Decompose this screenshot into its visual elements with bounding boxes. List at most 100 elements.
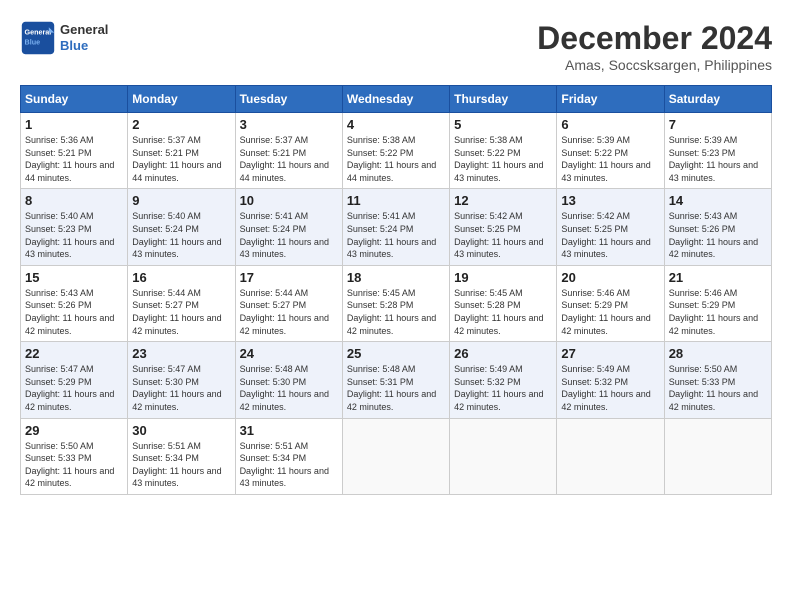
logo-text-blue: Blue bbox=[60, 38, 108, 54]
header-thursday: Thursday bbox=[450, 86, 557, 113]
calendar-cell: 1 Sunrise: 5:36 AM Sunset: 5:21 PM Dayli… bbox=[21, 113, 128, 189]
day-info: Sunrise: 5:42 AM Sunset: 5:25 PM Dayligh… bbox=[561, 210, 659, 260]
day-info: Sunrise: 5:48 AM Sunset: 5:30 PM Dayligh… bbox=[240, 363, 338, 413]
day-info: Sunrise: 5:48 AM Sunset: 5:31 PM Dayligh… bbox=[347, 363, 445, 413]
calendar-cell: 26 Sunrise: 5:49 AM Sunset: 5:32 PM Dayl… bbox=[450, 342, 557, 418]
day-number: 29 bbox=[25, 423, 123, 438]
day-info: Sunrise: 5:46 AM Sunset: 5:29 PM Dayligh… bbox=[561, 287, 659, 337]
calendar-row-3: 15 Sunrise: 5:43 AM Sunset: 5:26 PM Dayl… bbox=[21, 265, 772, 341]
day-number: 7 bbox=[669, 117, 767, 132]
day-number: 12 bbox=[454, 193, 552, 208]
calendar-row-4: 22 Sunrise: 5:47 AM Sunset: 5:29 PM Dayl… bbox=[21, 342, 772, 418]
day-info: Sunrise: 5:38 AM Sunset: 5:22 PM Dayligh… bbox=[347, 134, 445, 184]
day-number: 25 bbox=[347, 346, 445, 361]
day-number: 4 bbox=[347, 117, 445, 132]
day-number: 26 bbox=[454, 346, 552, 361]
day-number: 5 bbox=[454, 117, 552, 132]
day-number: 3 bbox=[240, 117, 338, 132]
header-monday: Monday bbox=[128, 86, 235, 113]
page-header: General Blue General Blue December 2024 … bbox=[20, 20, 772, 73]
day-number: 6 bbox=[561, 117, 659, 132]
day-info: Sunrise: 5:43 AM Sunset: 5:26 PM Dayligh… bbox=[25, 287, 123, 337]
calendar-cell: 2 Sunrise: 5:37 AM Sunset: 5:21 PM Dayli… bbox=[128, 113, 235, 189]
calendar-cell: 19 Sunrise: 5:45 AM Sunset: 5:28 PM Dayl… bbox=[450, 265, 557, 341]
header-tuesday: Tuesday bbox=[235, 86, 342, 113]
calendar-cell: 18 Sunrise: 5:45 AM Sunset: 5:28 PM Dayl… bbox=[342, 265, 449, 341]
day-info: Sunrise: 5:41 AM Sunset: 5:24 PM Dayligh… bbox=[347, 210, 445, 260]
day-number: 17 bbox=[240, 270, 338, 285]
day-info: Sunrise: 5:44 AM Sunset: 5:27 PM Dayligh… bbox=[132, 287, 230, 337]
day-number: 11 bbox=[347, 193, 445, 208]
day-number: 21 bbox=[669, 270, 767, 285]
calendar-cell: 21 Sunrise: 5:46 AM Sunset: 5:29 PM Dayl… bbox=[664, 265, 771, 341]
calendar-cell: 13 Sunrise: 5:42 AM Sunset: 5:25 PM Dayl… bbox=[557, 189, 664, 265]
day-info: Sunrise: 5:49 AM Sunset: 5:32 PM Dayligh… bbox=[454, 363, 552, 413]
calendar-cell: 4 Sunrise: 5:38 AM Sunset: 5:22 PM Dayli… bbox=[342, 113, 449, 189]
day-number: 10 bbox=[240, 193, 338, 208]
calendar-cell: 15 Sunrise: 5:43 AM Sunset: 5:26 PM Dayl… bbox=[21, 265, 128, 341]
calendar-cell: 9 Sunrise: 5:40 AM Sunset: 5:24 PM Dayli… bbox=[128, 189, 235, 265]
calendar-header-row: Sunday Monday Tuesday Wednesday Thursday… bbox=[21, 86, 772, 113]
day-number: 30 bbox=[132, 423, 230, 438]
calendar-cell: 31 Sunrise: 5:51 AM Sunset: 5:34 PM Dayl… bbox=[235, 418, 342, 494]
calendar-cell bbox=[450, 418, 557, 494]
day-info: Sunrise: 5:45 AM Sunset: 5:28 PM Dayligh… bbox=[454, 287, 552, 337]
calendar-cell: 6 Sunrise: 5:39 AM Sunset: 5:22 PM Dayli… bbox=[557, 113, 664, 189]
day-number: 14 bbox=[669, 193, 767, 208]
day-info: Sunrise: 5:42 AM Sunset: 5:25 PM Dayligh… bbox=[454, 210, 552, 260]
calendar-cell: 25 Sunrise: 5:48 AM Sunset: 5:31 PM Dayl… bbox=[342, 342, 449, 418]
day-number: 24 bbox=[240, 346, 338, 361]
day-info: Sunrise: 5:44 AM Sunset: 5:27 PM Dayligh… bbox=[240, 287, 338, 337]
calendar-cell: 17 Sunrise: 5:44 AM Sunset: 5:27 PM Dayl… bbox=[235, 265, 342, 341]
day-number: 16 bbox=[132, 270, 230, 285]
calendar-cell: 3 Sunrise: 5:37 AM Sunset: 5:21 PM Dayli… bbox=[235, 113, 342, 189]
day-number: 28 bbox=[669, 346, 767, 361]
day-info: Sunrise: 5:47 AM Sunset: 5:30 PM Dayligh… bbox=[132, 363, 230, 413]
day-info: Sunrise: 5:51 AM Sunset: 5:34 PM Dayligh… bbox=[132, 440, 230, 490]
svg-text:Blue: Blue bbox=[25, 37, 41, 46]
day-info: Sunrise: 5:39 AM Sunset: 5:22 PM Dayligh… bbox=[561, 134, 659, 184]
day-info: Sunrise: 5:49 AM Sunset: 5:32 PM Dayligh… bbox=[561, 363, 659, 413]
day-info: Sunrise: 5:47 AM Sunset: 5:29 PM Dayligh… bbox=[25, 363, 123, 413]
day-number: 19 bbox=[454, 270, 552, 285]
day-info: Sunrise: 5:36 AM Sunset: 5:21 PM Dayligh… bbox=[25, 134, 123, 184]
calendar-cell: 16 Sunrise: 5:44 AM Sunset: 5:27 PM Dayl… bbox=[128, 265, 235, 341]
day-info: Sunrise: 5:39 AM Sunset: 5:23 PM Dayligh… bbox=[669, 134, 767, 184]
day-number: 31 bbox=[240, 423, 338, 438]
day-info: Sunrise: 5:37 AM Sunset: 5:21 PM Dayligh… bbox=[132, 134, 230, 184]
calendar-cell: 24 Sunrise: 5:48 AM Sunset: 5:30 PM Dayl… bbox=[235, 342, 342, 418]
calendar-cell: 20 Sunrise: 5:46 AM Sunset: 5:29 PM Dayl… bbox=[557, 265, 664, 341]
header-saturday: Saturday bbox=[664, 86, 771, 113]
day-number: 1 bbox=[25, 117, 123, 132]
calendar-cell bbox=[342, 418, 449, 494]
day-info: Sunrise: 5:40 AM Sunset: 5:23 PM Dayligh… bbox=[25, 210, 123, 260]
calendar-cell: 30 Sunrise: 5:51 AM Sunset: 5:34 PM Dayl… bbox=[128, 418, 235, 494]
day-info: Sunrise: 5:51 AM Sunset: 5:34 PM Dayligh… bbox=[240, 440, 338, 490]
day-number: 13 bbox=[561, 193, 659, 208]
day-number: 9 bbox=[132, 193, 230, 208]
day-info: Sunrise: 5:41 AM Sunset: 5:24 PM Dayligh… bbox=[240, 210, 338, 260]
day-number: 18 bbox=[347, 270, 445, 285]
title-block: December 2024 Amas, Soccsksargen, Philip… bbox=[537, 20, 772, 73]
day-info: Sunrise: 5:38 AM Sunset: 5:22 PM Dayligh… bbox=[454, 134, 552, 184]
calendar-cell: 14 Sunrise: 5:43 AM Sunset: 5:26 PM Dayl… bbox=[664, 189, 771, 265]
calendar-cell: 7 Sunrise: 5:39 AM Sunset: 5:23 PM Dayli… bbox=[664, 113, 771, 189]
calendar-cell: 29 Sunrise: 5:50 AM Sunset: 5:33 PM Dayl… bbox=[21, 418, 128, 494]
day-number: 2 bbox=[132, 117, 230, 132]
calendar-row-5: 29 Sunrise: 5:50 AM Sunset: 5:33 PM Dayl… bbox=[21, 418, 772, 494]
logo-icon: General Blue bbox=[20, 20, 56, 56]
calendar-table: Sunday Monday Tuesday Wednesday Thursday… bbox=[20, 85, 772, 495]
day-info: Sunrise: 5:40 AM Sunset: 5:24 PM Dayligh… bbox=[132, 210, 230, 260]
day-info: Sunrise: 5:45 AM Sunset: 5:28 PM Dayligh… bbox=[347, 287, 445, 337]
calendar-cell: 28 Sunrise: 5:50 AM Sunset: 5:33 PM Dayl… bbox=[664, 342, 771, 418]
calendar-cell: 12 Sunrise: 5:42 AM Sunset: 5:25 PM Dayl… bbox=[450, 189, 557, 265]
header-wednesday: Wednesday bbox=[342, 86, 449, 113]
header-friday: Friday bbox=[557, 86, 664, 113]
subtitle: Amas, Soccsksargen, Philippines bbox=[537, 57, 772, 73]
calendar-cell: 11 Sunrise: 5:41 AM Sunset: 5:24 PM Dayl… bbox=[342, 189, 449, 265]
day-number: 8 bbox=[25, 193, 123, 208]
day-info: Sunrise: 5:46 AM Sunset: 5:29 PM Dayligh… bbox=[669, 287, 767, 337]
calendar-cell bbox=[664, 418, 771, 494]
day-number: 15 bbox=[25, 270, 123, 285]
day-number: 23 bbox=[132, 346, 230, 361]
